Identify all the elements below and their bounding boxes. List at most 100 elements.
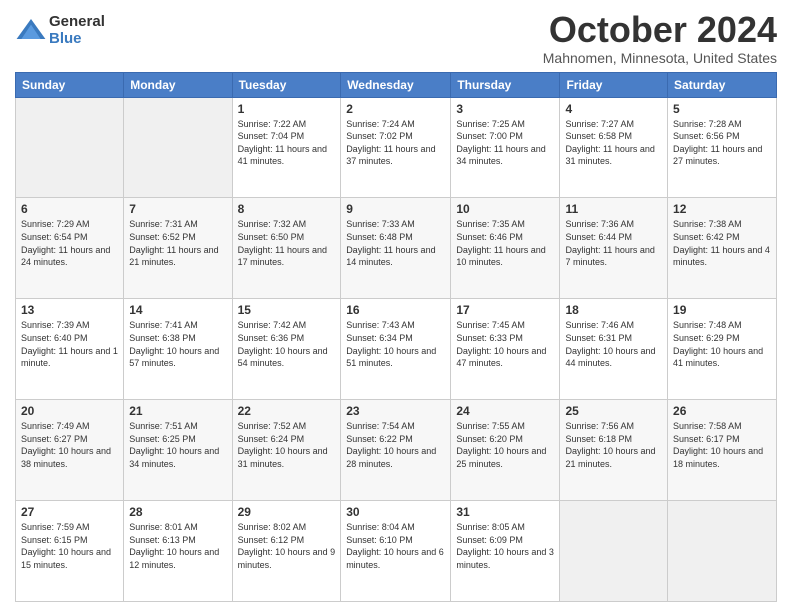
calendar-cell: 27 Sunrise: 7:59 AM Sunset: 6:15 PM Dayli… [16, 501, 124, 602]
day-number: 17 [456, 303, 554, 317]
day-info: Sunrise: 7:56 AM Sunset: 6:18 PM Dayligh… [565, 420, 662, 470]
day-info: Sunrise: 7:41 AM Sunset: 6:38 PM Dayligh… [129, 319, 226, 369]
week-row-2: 6Sunrise: 7:29 AM Sunset: 6:54 PM Daylig… [16, 198, 777, 299]
calendar-cell: 30 Sunrise: 8:04 AM Sunset: 6:10 PM Dayli… [341, 501, 451, 602]
logo-text: General Blue [49, 14, 105, 47]
day-info: Sunrise: 7:36 AM Sunset: 6:44 PM Dayligh… [565, 218, 662, 268]
calendar-cell: 6Sunrise: 7:29 AM Sunset: 6:54 PM Daylig… [16, 198, 124, 299]
calendar-cell [560, 501, 668, 602]
calendar-cell: 2Sunrise: 7:24 AM Sunset: 7:02 PM Daylig… [341, 97, 451, 198]
calendar-cell: 15 Sunrise: 7:42 AM Sunset: 6:36 PM Dayli… [232, 299, 341, 400]
day-info: Sunrise: 8:01 AM Sunset: 6:13 PM Dayligh… [129, 521, 226, 571]
day-info: Sunrise: 7:25 AM Sunset: 7:00 PM Dayligh… [456, 118, 554, 168]
calendar-table: Sunday Monday Tuesday Wednesday Thursday… [15, 72, 777, 602]
day-number: 5 [673, 102, 771, 116]
calendar-cell: 7Sunrise: 7:31 AM Sunset: 6:52 PM Daylig… [124, 198, 232, 299]
day-number: 12 [673, 202, 771, 216]
calendar-cell: 20Sunrise: 7:49 AM Sunset: 6:27 PM Dayli… [16, 400, 124, 501]
day-info: Sunrise: 7:45 AM Sunset: 6:33 PM Dayligh… [456, 319, 554, 369]
header-wednesday: Wednesday [341, 72, 451, 97]
calendar-cell: 17 Sunrise: 7:45 AM Sunset: 6:33 PM Dayli… [451, 299, 560, 400]
day-info: Sunrise: 7:51 AM Sunset: 6:25 PM Dayligh… [129, 420, 226, 470]
calendar-cell: 4Sunrise: 7:27 AM Sunset: 6:58 PM Daylig… [560, 97, 668, 198]
logo-blue: Blue [49, 31, 105, 48]
header-sunday: Sunday [16, 72, 124, 97]
day-number: 8 [238, 202, 336, 216]
day-number: 19 [673, 303, 771, 317]
day-number: 23 [346, 404, 445, 418]
calendar-cell: 31Sunrise: 8:05 AM Sunset: 6:09 PM Dayli… [451, 501, 560, 602]
day-number: 26 [673, 404, 771, 418]
week-row-5: 27 Sunrise: 7:59 AM Sunset: 6:15 PM Dayli… [16, 501, 777, 602]
day-number: 11 [565, 202, 662, 216]
calendar-cell: 24 Sunrise: 7:55 AM Sunset: 6:20 PM Dayli… [451, 400, 560, 501]
logo-general: General [49, 14, 105, 31]
month-title: October 2024 [543, 10, 777, 50]
page: General Blue October 2024 Mahnomen, Minn… [0, 0, 792, 612]
week-row-4: 20Sunrise: 7:49 AM Sunset: 6:27 PM Dayli… [16, 400, 777, 501]
calendar-cell: 3Sunrise: 7:25 AM Sunset: 7:00 PM Daylig… [451, 97, 560, 198]
day-number: 15 [238, 303, 336, 317]
calendar-cell: 9 Sunrise: 7:33 AM Sunset: 6:48 PM Daylig… [341, 198, 451, 299]
day-number: 28 [129, 505, 226, 519]
calendar-cell: 19 Sunrise: 7:48 AM Sunset: 6:29 PM Dayli… [668, 299, 777, 400]
header-tuesday: Tuesday [232, 72, 341, 97]
calendar-body: 1Sunrise: 7:22 AM Sunset: 7:04 PM Daylig… [16, 97, 777, 601]
day-number: 24 [456, 404, 554, 418]
day-info: Sunrise: 7:54 AM Sunset: 6:22 PM Dayligh… [346, 420, 445, 470]
calendar-cell: 5 Sunrise: 7:28 AM Sunset: 6:56 PM Daylig… [668, 97, 777, 198]
day-info: Sunrise: 7:43 AM Sunset: 6:34 PM Dayligh… [346, 319, 445, 369]
day-info: Sunrise: 7:55 AM Sunset: 6:20 PM Dayligh… [456, 420, 554, 470]
calendar-cell: 18 Sunrise: 7:46 AM Sunset: 6:31 PM Dayli… [560, 299, 668, 400]
calendar-cell: 21 Sunrise: 7:51 AM Sunset: 6:25 PM Dayli… [124, 400, 232, 501]
day-info: Sunrise: 8:05 AM Sunset: 6:09 PM Dayligh… [456, 521, 554, 571]
calendar-cell: 12Sunrise: 7:38 AM Sunset: 6:42 PM Dayli… [668, 198, 777, 299]
day-number: 22 [238, 404, 336, 418]
header: General Blue October 2024 Mahnomen, Minn… [15, 10, 777, 66]
day-number: 27 [21, 505, 118, 519]
day-info: Sunrise: 8:02 AM Sunset: 6:12 PM Dayligh… [238, 521, 336, 571]
calendar-cell: 28 Sunrise: 8:01 AM Sunset: 6:13 PM Dayli… [124, 501, 232, 602]
calendar-cell: 11 Sunrise: 7:36 AM Sunset: 6:44 PM Dayli… [560, 198, 668, 299]
calendar-cell: 10 Sunrise: 7:35 AM Sunset: 6:46 PM Dayli… [451, 198, 560, 299]
day-info: Sunrise: 7:33 AM Sunset: 6:48 PM Dayligh… [346, 218, 445, 268]
calendar-cell: 25 Sunrise: 7:56 AM Sunset: 6:18 PM Dayli… [560, 400, 668, 501]
calendar-cell: 26 Sunrise: 7:58 AM Sunset: 6:17 PM Dayli… [668, 400, 777, 501]
header-friday: Friday [560, 72, 668, 97]
calendar-cell: 8Sunrise: 7:32 AM Sunset: 6:50 PM Daylig… [232, 198, 341, 299]
calendar-cell [668, 501, 777, 602]
calendar-cell: 22Sunrise: 7:52 AM Sunset: 6:24 PM Dayli… [232, 400, 341, 501]
day-info: Sunrise: 7:42 AM Sunset: 6:36 PM Dayligh… [238, 319, 336, 369]
calendar-cell: 14 Sunrise: 7:41 AM Sunset: 6:38 PM Dayli… [124, 299, 232, 400]
calendar-cell: 23 Sunrise: 7:54 AM Sunset: 6:22 PM Dayli… [341, 400, 451, 501]
day-info: Sunrise: 7:27 AM Sunset: 6:58 PM Dayligh… [565, 118, 662, 168]
day-number: 1 [238, 102, 336, 116]
week-row-3: 13Sunrise: 7:39 AM Sunset: 6:40 PM Dayli… [16, 299, 777, 400]
calendar-header: Sunday Monday Tuesday Wednesday Thursday… [16, 72, 777, 97]
day-info: Sunrise: 7:49 AM Sunset: 6:27 PM Dayligh… [21, 420, 118, 470]
header-saturday: Saturday [668, 72, 777, 97]
day-number: 16 [346, 303, 445, 317]
day-info: Sunrise: 8:04 AM Sunset: 6:10 PM Dayligh… [346, 521, 445, 571]
calendar-cell [124, 97, 232, 198]
day-number: 9 [346, 202, 445, 216]
calendar-cell: 16 Sunrise: 7:43 AM Sunset: 6:34 PM Dayli… [341, 299, 451, 400]
header-row: Sunday Monday Tuesday Wednesday Thursday… [16, 72, 777, 97]
day-number: 30 [346, 505, 445, 519]
day-info: Sunrise: 7:24 AM Sunset: 7:02 PM Dayligh… [346, 118, 445, 168]
day-number: 10 [456, 202, 554, 216]
day-info: Sunrise: 7:48 AM Sunset: 6:29 PM Dayligh… [673, 319, 771, 369]
day-number: 29 [238, 505, 336, 519]
day-number: 14 [129, 303, 226, 317]
day-info: Sunrise: 7:35 AM Sunset: 6:46 PM Dayligh… [456, 218, 554, 268]
day-info: Sunrise: 7:29 AM Sunset: 6:54 PM Dayligh… [21, 218, 118, 268]
day-info: Sunrise: 7:28 AM Sunset: 6:56 PM Dayligh… [673, 118, 771, 168]
day-number: 21 [129, 404, 226, 418]
day-info: Sunrise: 7:46 AM Sunset: 6:31 PM Dayligh… [565, 319, 662, 369]
day-number: 25 [565, 404, 662, 418]
title-section: October 2024 Mahnomen, Minnesota, United… [543, 10, 777, 66]
day-info: Sunrise: 7:58 AM Sunset: 6:17 PM Dayligh… [673, 420, 771, 470]
day-info: Sunrise: 7:59 AM Sunset: 6:15 PM Dayligh… [21, 521, 118, 571]
day-number: 13 [21, 303, 118, 317]
day-number: 18 [565, 303, 662, 317]
